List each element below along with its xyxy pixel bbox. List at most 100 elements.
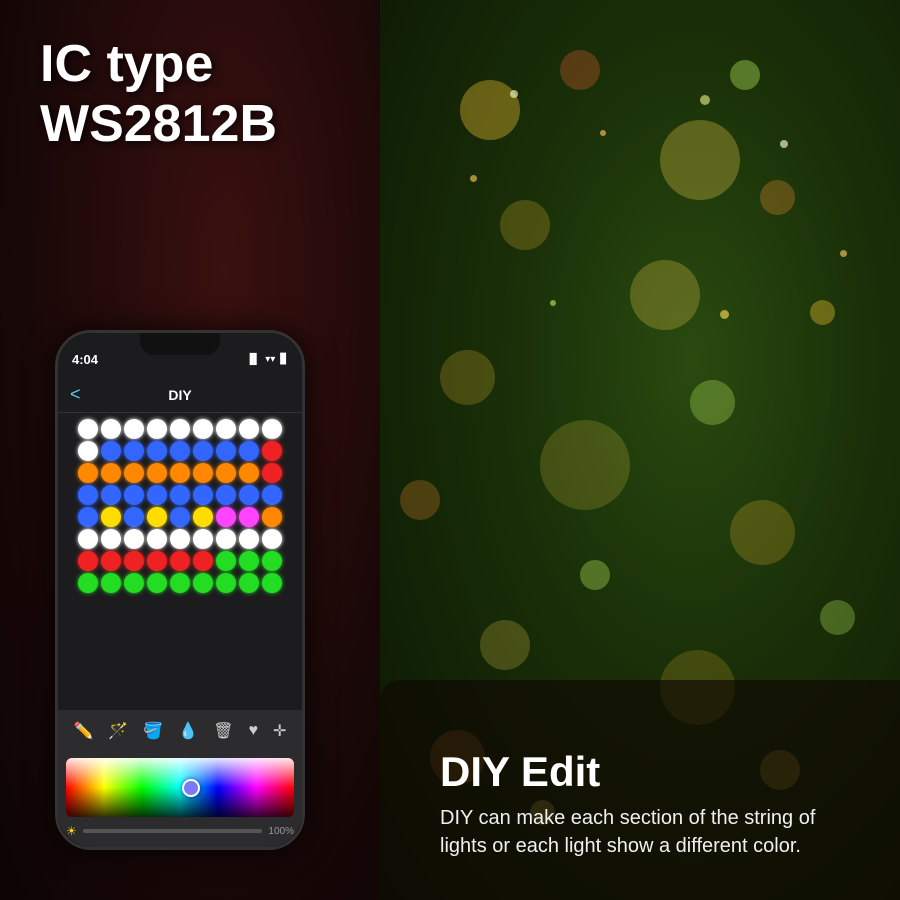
led-dot[interactable] xyxy=(216,463,236,483)
led-dot[interactable] xyxy=(124,551,144,571)
led-dot[interactable] xyxy=(239,419,259,439)
app-toolbar: ✏️ 🪄 🪣 💧 🗑 ♥ ✛ xyxy=(58,710,302,752)
color-cursor[interactable] xyxy=(182,779,200,797)
led-dot[interactable] xyxy=(193,463,213,483)
led-dot[interactable] xyxy=(78,441,98,461)
led-dot[interactable] xyxy=(170,529,190,549)
led-dot[interactable] xyxy=(239,551,259,571)
fill-icon[interactable]: 🪣 xyxy=(143,721,163,741)
diy-description: DIY can make each section of the string … xyxy=(440,804,860,860)
led-dot[interactable] xyxy=(147,551,167,571)
led-dot[interactable] xyxy=(147,507,167,527)
color-gradient[interactable] xyxy=(66,758,294,817)
trash-icon[interactable]: 🗑 xyxy=(213,721,233,741)
led-dot[interactable] xyxy=(193,441,213,461)
led-row[interactable] xyxy=(66,441,294,461)
move-icon[interactable]: ✛ xyxy=(273,721,286,741)
led-dot[interactable] xyxy=(262,441,282,461)
led-dot[interactable] xyxy=(101,463,121,483)
led-row[interactable] xyxy=(66,529,294,549)
led-dot[interactable] xyxy=(124,441,144,461)
led-dot[interactable] xyxy=(101,551,121,571)
led-dot[interactable] xyxy=(216,551,236,571)
brightness-bar[interactable] xyxy=(83,829,263,833)
led-dot[interactable] xyxy=(78,573,98,593)
led-dot[interactable] xyxy=(101,573,121,593)
led-row[interactable] xyxy=(66,551,294,571)
led-dot[interactable] xyxy=(170,441,190,461)
led-dot[interactable] xyxy=(239,485,259,505)
led-dot[interactable] xyxy=(216,419,236,439)
led-grid-container xyxy=(58,413,302,710)
led-dot[interactable] xyxy=(124,463,144,483)
color-picker-area[interactable]: ☀ 100% xyxy=(58,752,302,847)
led-dot[interactable] xyxy=(193,507,213,527)
led-dot[interactable] xyxy=(78,529,98,549)
led-dot[interactable] xyxy=(239,573,259,593)
led-dot[interactable] xyxy=(193,419,213,439)
led-dot[interactable] xyxy=(239,441,259,461)
led-dot[interactable] xyxy=(101,419,121,439)
wifi-icon: ▾▾ xyxy=(265,354,275,365)
led-dot[interactable] xyxy=(239,529,259,549)
led-row[interactable] xyxy=(66,419,294,439)
app-title: DIY xyxy=(168,387,191,403)
led-row[interactable] xyxy=(66,463,294,483)
back-button[interactable]: < xyxy=(70,384,81,405)
led-dot[interactable] xyxy=(193,573,213,593)
led-dot[interactable] xyxy=(262,551,282,571)
led-dot[interactable] xyxy=(101,441,121,461)
led-dot[interactable] xyxy=(124,529,144,549)
led-dot[interactable] xyxy=(170,485,190,505)
led-dot[interactable] xyxy=(170,573,190,593)
led-dot[interactable] xyxy=(147,529,167,549)
led-dot[interactable] xyxy=(262,573,282,593)
led-dot[interactable] xyxy=(101,507,121,527)
led-dot[interactable] xyxy=(78,463,98,483)
led-dot[interactable] xyxy=(147,463,167,483)
led-dot[interactable] xyxy=(216,441,236,461)
led-dot[interactable] xyxy=(124,485,144,505)
wand-icon[interactable]: 🪄 xyxy=(108,721,128,741)
status-time: 4:04 xyxy=(72,352,98,367)
led-dot[interactable] xyxy=(170,463,190,483)
led-dot[interactable] xyxy=(193,485,213,505)
pencil-icon[interactable]: ✏️ xyxy=(74,721,94,741)
led-row[interactable] xyxy=(66,573,294,593)
heart-icon[interactable]: ♥ xyxy=(249,722,259,740)
led-dot[interactable] xyxy=(147,485,167,505)
led-dot[interactable] xyxy=(239,463,259,483)
led-dot[interactable] xyxy=(170,419,190,439)
led-dot[interactable] xyxy=(170,551,190,571)
led-dot[interactable] xyxy=(262,529,282,549)
led-row[interactable] xyxy=(66,507,294,527)
led-dot[interactable] xyxy=(101,485,121,505)
led-dot[interactable] xyxy=(239,507,259,527)
led-dot[interactable] xyxy=(78,419,98,439)
led-dot[interactable] xyxy=(216,529,236,549)
led-dot[interactable] xyxy=(216,507,236,527)
led-dot[interactable] xyxy=(124,573,144,593)
led-dot[interactable] xyxy=(101,529,121,549)
led-dot[interactable] xyxy=(147,573,167,593)
led-dot[interactable] xyxy=(124,507,144,527)
brightness-row: ☀ 100% xyxy=(66,821,294,841)
led-dot[interactable] xyxy=(262,463,282,483)
led-dot[interactable] xyxy=(262,419,282,439)
led-row[interactable] xyxy=(66,485,294,505)
led-dot[interactable] xyxy=(124,419,144,439)
led-dot[interactable] xyxy=(170,507,190,527)
led-dot[interactable] xyxy=(216,485,236,505)
led-dot[interactable] xyxy=(262,507,282,527)
led-dot[interactable] xyxy=(262,485,282,505)
phone-body: 4:04 ▐▌ ▾▾ ▊ < DIY ✏️ 🪄 🪣 💧 xyxy=(55,330,305,850)
led-dot[interactable] xyxy=(193,529,213,549)
led-dot[interactable] xyxy=(147,419,167,439)
led-dot[interactable] xyxy=(78,507,98,527)
led-dot[interactable] xyxy=(216,573,236,593)
dropper-icon[interactable]: 💧 xyxy=(178,721,198,741)
led-dot[interactable] xyxy=(193,551,213,571)
led-dot[interactable] xyxy=(78,485,98,505)
led-dot[interactable] xyxy=(147,441,167,461)
led-dot[interactable] xyxy=(78,551,98,571)
